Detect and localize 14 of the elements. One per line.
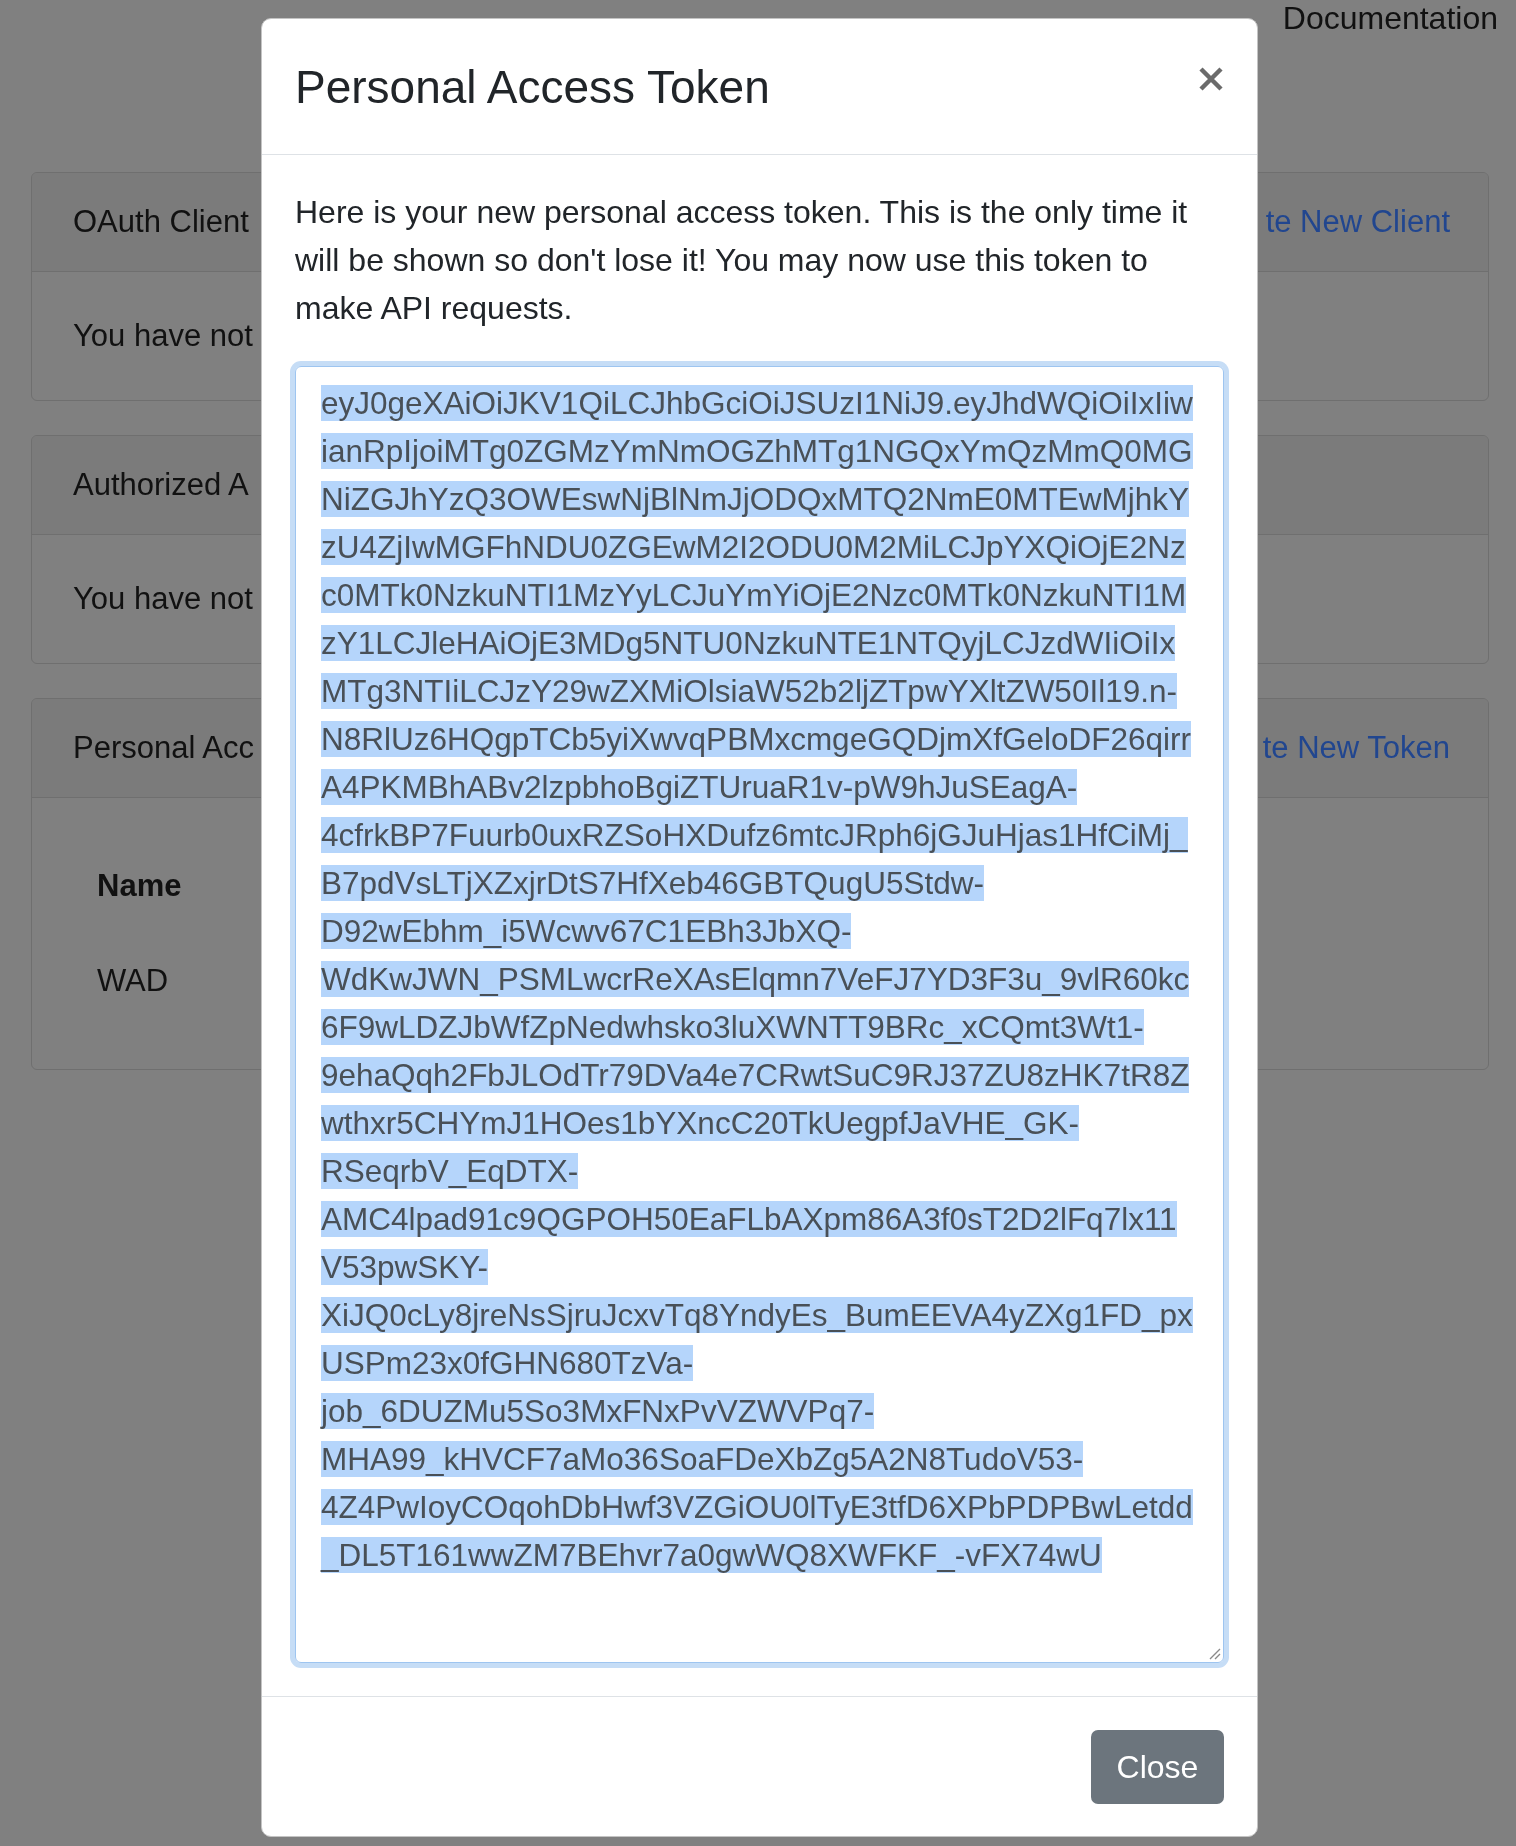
resize-handle-icon[interactable] [1207,1646,1221,1660]
card-message: You have not [73,316,253,355]
card-title: Authorized A [73,465,249,504]
card-title: Personal Acc [73,728,254,767]
close-icon [1198,65,1224,92]
modal-message: Here is your new personal access token. This is the only time it will be shown so don't lose it! You may now use this token to make API requests. [295,193,1189,328]
nav-link[interactable]: Documentation [1282,0,1498,36]
modal-title: Personal Access Token [295,59,770,115]
card-title: OAuth Client [73,202,249,241]
table-header-cell-text: Name [96,866,183,905]
close-button[interactable] [1198,65,1224,92]
card-message: You have not [73,579,253,618]
table-cell-text: WAD [96,961,170,1000]
close-button[interactable]: Close [1091,1730,1224,1804]
